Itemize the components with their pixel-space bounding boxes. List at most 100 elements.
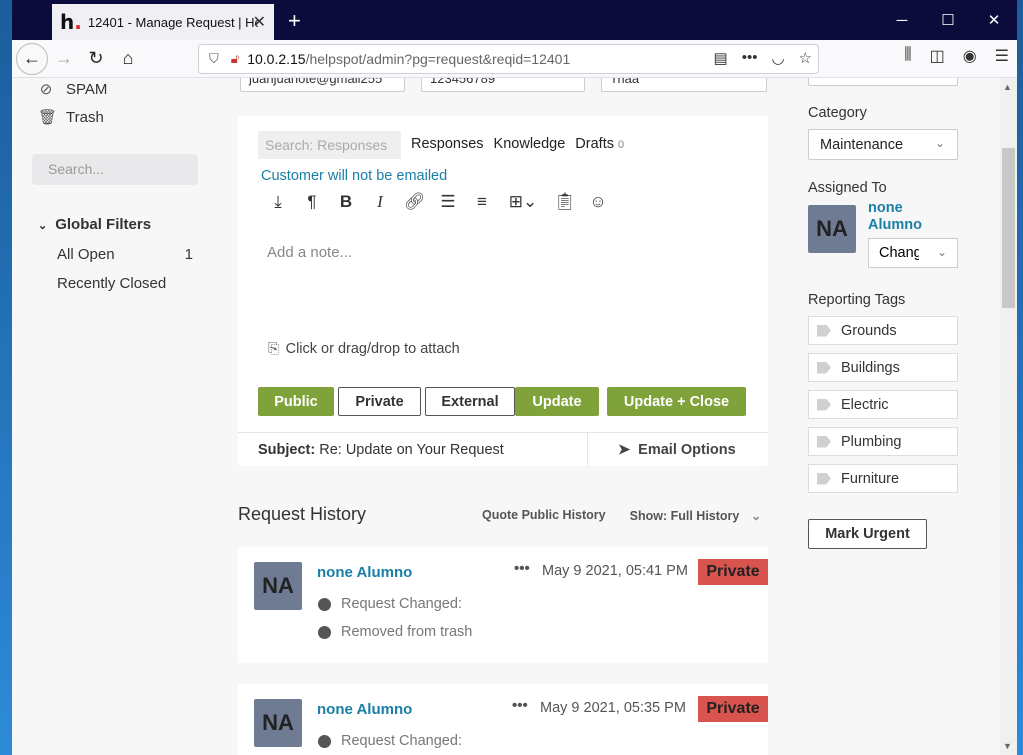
responses-search-input[interactable]: Search: Responses (258, 131, 401, 159)
bullet-dot-icon (318, 597, 331, 611)
tab-title: 12401 - Manage Request | HelpSpot (87, 14, 258, 30)
global-filters-heading[interactable]: ⌄ Global Filters (38, 216, 151, 233)
minimize-icon[interactable]: ─ (879, 0, 925, 40)
assigned-user-link[interactable]: none Alumno (868, 200, 922, 234)
tab-knowledge[interactable]: Knowledge (494, 136, 566, 152)
tag-grounds[interactable]: Grounds (808, 316, 958, 345)
history-date: May 9 2021, 05:41 PM (542, 563, 688, 579)
url-text[interactable]: 10.0.2.15/helpspot/admin?pg=request&reqi… (247, 51, 570, 67)
public-button[interactable]: Public (258, 387, 334, 416)
reader-view-icon[interactable]: ▤ (714, 49, 728, 67)
sidebar-search-input[interactable]: Search... (32, 154, 198, 185)
sidebar-item-trash[interactable]: 🗑︎ Trash (38, 108, 104, 127)
private-button[interactable]: Private (338, 387, 421, 416)
show-history-dropdown[interactable]: Show: Full History ⌄ (630, 508, 762, 523)
change-assignee-select[interactable]: Change⌄ (868, 238, 958, 268)
scroll-down-icon[interactable]: ▼ (1003, 741, 1012, 751)
update-close-button[interactable]: Update + Close (607, 387, 746, 416)
customer-fields: juanjuanote@gmail255 123456789 Triaa (240, 78, 767, 92)
tab-responses[interactable]: Responses (411, 136, 484, 152)
note-textarea[interactable]: Add a note... (267, 244, 352, 261)
table-icon[interactable]: ⊞⌄ (506, 192, 540, 212)
url-bar[interactable]: ⛉ 🔓︎ 10.0.2.15/helpspot/admin?pg=request… (198, 44, 819, 74)
avatar: NA (808, 205, 856, 253)
account-icon[interactable]: ◉ (963, 46, 977, 66)
sidebar-toggle-icon[interactable]: ◫ (930, 46, 945, 66)
send-icon: ➤ (618, 442, 631, 458)
paragraph-icon[interactable]: ¶ (302, 192, 322, 212)
history-author-link[interactable]: none Alumno (317, 564, 412, 581)
tag-electric[interactable]: Electric (808, 390, 958, 419)
bullet-list-icon[interactable]: ☰ (438, 192, 458, 212)
link-icon[interactable]: 🔗︎ (404, 192, 426, 212)
action-buttons: Public Private External Update Update + … (258, 387, 746, 416)
tag-furniture[interactable]: Furniture (808, 464, 958, 493)
pocket-icon[interactable]: ◡ (771, 49, 784, 67)
tag-buildings[interactable]: Buildings (808, 353, 958, 382)
external-button[interactable]: External (425, 387, 515, 416)
emoji-icon[interactable]: ☺ (588, 192, 608, 212)
sidebar-item-spam[interactable]: ⊘ SPAM (38, 80, 108, 99)
phone-field[interactable]: 123456789 (421, 78, 585, 92)
close-tab-icon[interactable]: ✕ (253, 12, 266, 32)
maximize-icon[interactable]: ☐ (925, 0, 971, 40)
category-select[interactable]: Maintenance ⌄ (808, 129, 958, 160)
insecure-lock-icon[interactable]: 🔓︎ (231, 51, 239, 67)
filter-recently-closed[interactable]: Recently Closed (57, 275, 193, 292)
more-options-icon[interactable]: ••• (512, 697, 528, 714)
new-tab-icon[interactable]: + (288, 8, 301, 34)
request-history-heading: Request History (238, 504, 367, 524)
customer-not-emailed-link[interactable]: Customer will not be emailed (261, 168, 447, 184)
bookmark-star-icon[interactable]: ☆ (799, 49, 812, 67)
note-editor: Search: Responses Responses Knowledge Dr… (238, 116, 768, 467)
update-button[interactable]: Update (515, 387, 599, 416)
subject-text[interactable]: Subject: Re: Update on Your Request (258, 442, 504, 458)
chevron-down-icon: ⌄ (934, 136, 945, 150)
sidebar-item-label: SPAM (66, 80, 108, 98)
attach-dropzone[interactable]: ⎘ Click or drag/drop to attach (268, 341, 460, 357)
category-label: Category (808, 105, 867, 121)
tag-plumbing[interactable]: Plumbing (808, 427, 958, 456)
sidebar: ⊘ SPAM 🗑︎ Trash Search... ⌄ Global Filter… (12, 78, 212, 755)
home-icon[interactable]: ⌂ (112, 43, 144, 75)
paste-icon[interactable]: 📋︎ (554, 192, 576, 212)
desktop-background-left (0, 0, 12, 755)
scroll-thumb[interactable] (1002, 148, 1015, 308)
customer-field[interactable]: Triaa (601, 78, 767, 92)
tab-drafts[interactable]: Drafts 0 (575, 136, 624, 152)
email-options-button[interactable]: ➤ Email Options (618, 442, 736, 458)
numbered-list-icon[interactable]: ≡ (472, 192, 492, 212)
forward-arrow-icon[interactable]: → (48, 43, 80, 75)
filter-count: 1 (184, 246, 193, 263)
scroll-up-icon[interactable]: ▲ (1003, 82, 1012, 92)
more-actions-icon[interactable]: ••• (742, 49, 758, 67)
reload-icon[interactable]: ↻ (80, 43, 112, 75)
browser-tab[interactable]: h. 12401 - Manage Request | HelpSpot ✕ (52, 4, 274, 40)
history-author-link[interactable]: none Alumno (317, 701, 412, 718)
more-options-icon[interactable]: ••• (514, 560, 530, 577)
shield-icon[interactable]: ⛉ (209, 51, 219, 67)
scrollbar[interactable]: ▲ ▼ (1000, 78, 1017, 755)
back-arrow-icon[interactable]: ← (16, 42, 48, 75)
email-field[interactable]: juanjuanote@gmail255 (240, 78, 405, 92)
bullet-dot-icon (318, 734, 331, 748)
previous-field-select[interactable] (808, 78, 958, 86)
tag-icon (817, 435, 831, 448)
quote-public-history-link[interactable]: Quote Public History (482, 508, 606, 523)
menu-icon[interactable]: ☰ (995, 46, 1009, 66)
subject-row: Subject: Re: Update on Your Request ➤ Ema… (238, 432, 768, 467)
close-window-icon[interactable]: ✕ (971, 0, 1017, 40)
italic-icon[interactable]: I (370, 192, 390, 212)
mark-urgent-button[interactable]: Mark Urgent (808, 519, 927, 549)
library-icon[interactable]: ⫼ (904, 46, 911, 66)
history-entry: NA none Alumno ••• May 9 2021, 05:35 PM … (238, 684, 768, 755)
page-content: ⊘ SPAM 🗑︎ Trash Search... ⌄ Global Filter… (12, 78, 1017, 755)
editor-tabs: Responses Knowledge Drafts 0 (411, 136, 624, 152)
drafts-count: 0 (618, 139, 625, 151)
filter-all-open[interactable]: All Open 1 (57, 246, 193, 263)
url-actions: ▤ ••• ◡ ☆ (714, 49, 813, 67)
download-icon[interactable]: ⤓ (268, 192, 288, 212)
bold-icon[interactable]: B (336, 192, 356, 212)
bullet-dot-icon (318, 625, 331, 639)
title-bar: h. 12401 - Manage Request | HelpSpot ✕ +… (12, 0, 1017, 40)
